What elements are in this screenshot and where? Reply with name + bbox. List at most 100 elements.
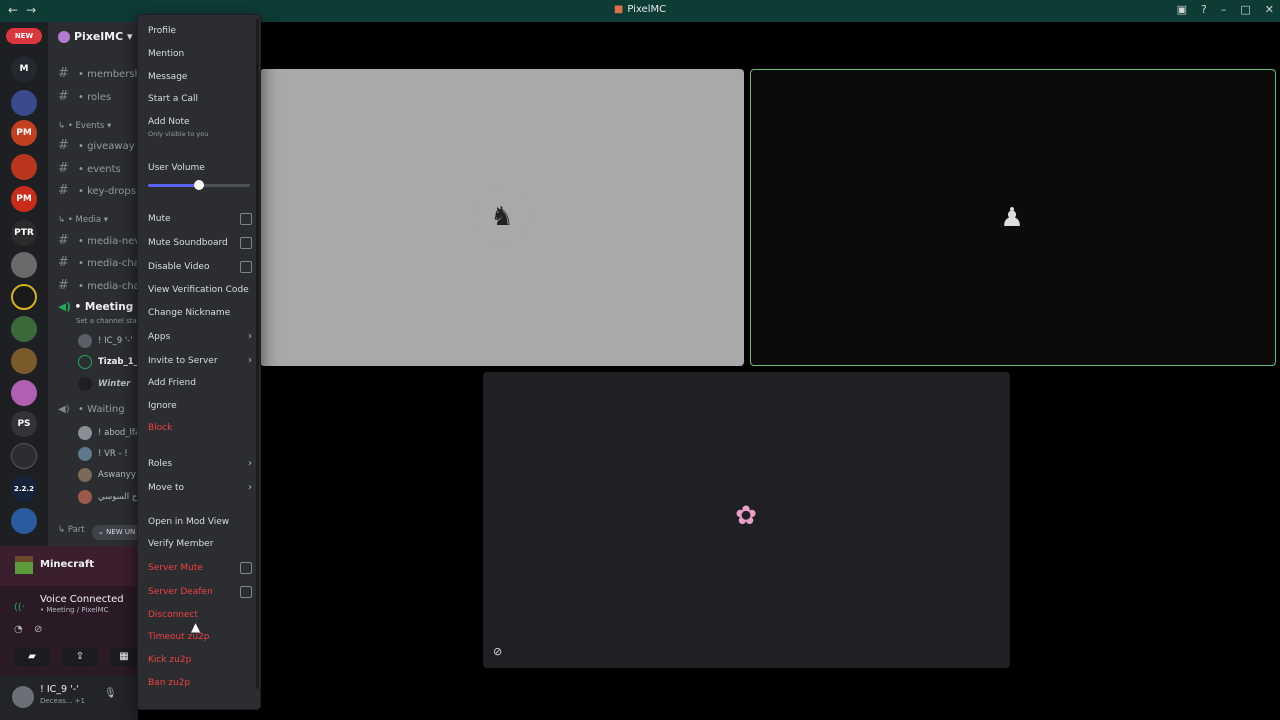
minimize-icon[interactable]: – — [1221, 3, 1227, 16]
server-icon[interactable]: M — [11, 56, 37, 82]
menu-start-call[interactable]: Start a Call — [148, 94, 252, 104]
server-icon[interactable] — [11, 316, 37, 342]
voice-channel-waiting[interactable]: ◀) • Waiting — [58, 404, 125, 415]
voice-location[interactable]: • Meeting / PixelMC — [40, 606, 109, 614]
channel-item[interactable]: # • media-cha — [58, 278, 138, 293]
channel-item[interactable]: # • media-nev — [58, 233, 138, 248]
menu-mute-soundboard[interactable]: Mute Soundboard — [148, 237, 252, 249]
signal-icon[interactable]: ((· — [14, 602, 25, 613]
menu-open-mod-view[interactable]: Open in Mod View — [148, 517, 252, 527]
voice-member[interactable]: ! VR - ! — [78, 447, 128, 461]
hashtag-icon: # — [58, 161, 69, 176]
chevron-right-icon: › — [248, 482, 252, 493]
menu-scrollbar[interactable] — [256, 19, 259, 689]
window-controls: ▣ ? – □ ✕ — [1177, 3, 1274, 16]
menu-invite-to-server[interactable]: Invite to Server › — [148, 355, 252, 366]
server-icon[interactable]: PM — [11, 120, 37, 146]
guild-name: PixelMC ▾ — [74, 30, 133, 43]
guild-icon — [58, 30, 70, 43]
activities-button[interactable]: ▦ — [110, 648, 138, 666]
activity-panel[interactable]: Minecraft — [0, 546, 138, 586]
menu-kick[interactable]: Kick zu2p — [148, 655, 252, 665]
voice-member[interactable]: ! abod_lfa — [78, 426, 138, 440]
user-volume-slider[interactable] — [148, 180, 250, 190]
menu-ban[interactable]: Ban zu2p — [148, 678, 252, 688]
volume-fill — [148, 184, 199, 187]
menu-mention[interactable]: Mention — [148, 49, 252, 59]
activity-title: Minecraft — [40, 559, 95, 570]
user-name: ! IC_9 '-' — [40, 684, 79, 695]
checkbox[interactable] — [240, 562, 252, 574]
checkbox[interactable] — [240, 237, 252, 249]
menu-verify-member[interactable]: Verify Member — [148, 539, 252, 549]
menu-ignore[interactable]: Ignore — [148, 401, 252, 411]
category-events[interactable]: ↳ • Events ▾ — [58, 121, 111, 131]
server-icon[interactable]: PTR — [11, 220, 37, 246]
camera-toggle-button[interactable]: ▰ — [14, 648, 50, 666]
participant-tile[interactable]: ✿ ⊘ — [483, 372, 1010, 668]
server-icon[interactable] — [11, 380, 37, 406]
channel-status[interactable]: Set a channel sta — [76, 317, 137, 325]
checkbox[interactable] — [240, 586, 252, 598]
category-part[interactable]: ↳ Part — [58, 525, 85, 535]
server-icon[interactable] — [11, 443, 37, 469]
menu-server-mute[interactable]: Server Mute — [148, 562, 252, 574]
avatar[interactable] — [12, 686, 34, 708]
server-icon[interactable] — [11, 154, 37, 180]
screen-share-button[interactable]: ⇪ — [62, 648, 98, 666]
server-icon[interactable] — [11, 348, 37, 374]
checkbox[interactable] — [240, 213, 252, 225]
channel-item[interactable]: # • media-cha — [58, 255, 138, 270]
menu-add-friend[interactable]: Add Friend — [148, 378, 252, 388]
new-unreads-pill[interactable]: ⌄ NEW UN — [92, 525, 138, 540]
category-media[interactable]: ↳ • Media ▾ — [58, 215, 108, 225]
menu-server-deafen[interactable]: Server Deafen — [148, 586, 252, 598]
menu-message[interactable]: Message — [148, 72, 252, 82]
help-icon[interactable]: ? — [1201, 3, 1207, 16]
menu-view-verification-code[interactable]: View Verification Code — [148, 285, 252, 295]
maximize-icon[interactable]: □ — [1240, 3, 1250, 16]
menu-change-nickname[interactable]: Change Nickname — [148, 308, 252, 318]
participant-tile[interactable]: ♞ — [260, 69, 744, 366]
noise-suppression-icon[interactable]: ◔ — [14, 624, 23, 635]
server-icon[interactable] — [11, 252, 37, 278]
channel-item[interactable]: # • giveaway — [58, 138, 135, 153]
channel-item[interactable]: # • membersh — [58, 66, 138, 81]
server-icon[interactable] — [11, 508, 37, 534]
menu-disable-video[interactable]: Disable Video — [148, 261, 252, 273]
voice-member[interactable]: فتاح السوسي — [78, 490, 138, 504]
close-icon[interactable]: ✕ — [1265, 3, 1274, 16]
server-icon[interactable]: PS — [11, 411, 37, 437]
chevron-right-icon: › — [248, 331, 252, 342]
volume-handle[interactable] — [194, 180, 204, 190]
menu-add-note[interactable]: Add Note — [148, 117, 252, 127]
server-icon[interactable]: 2.2.2 — [11, 476, 37, 502]
channel-item[interactable]: # • events — [58, 161, 121, 176]
new-badge[interactable]: NEW — [6, 28, 42, 44]
hashtag-icon: # — [58, 66, 69, 81]
menu-disconnect[interactable]: Disconnect — [148, 610, 252, 620]
server-folder-icon[interactable] — [11, 90, 37, 116]
menu-block[interactable]: Block — [148, 423, 252, 433]
voice-member[interactable]: Aswanyy — [78, 468, 136, 482]
menu-apps[interactable]: Apps › — [148, 331, 252, 342]
server-icon[interactable] — [11, 284, 37, 310]
menu-move-to[interactable]: Move to › — [148, 482, 252, 493]
channel-item[interactable]: # • roles — [58, 89, 111, 104]
participant-tile-speaking[interactable]: ♟ — [750, 69, 1276, 366]
guild-header[interactable]: PixelMC ▾ — [58, 30, 133, 43]
voice-channel-meeting[interactable]: ◀) • Meeting — [58, 301, 133, 313]
menu-profile[interactable]: Profile — [148, 26, 252, 36]
menu-mute[interactable]: Mute — [148, 213, 252, 225]
voice-member[interactable]: ! IC_9 '-' — [78, 334, 133, 348]
video-off-icon[interactable]: ⊘ — [34, 624, 42, 635]
inbox-icon[interactable]: ▣ — [1177, 3, 1187, 16]
server-icon[interactable]: PM — [11, 186, 37, 212]
channel-item[interactable]: # • key-drops — [58, 183, 136, 198]
menu-roles[interactable]: Roles › — [148, 458, 252, 469]
microphone-icon[interactable]: 🎙︎ — [104, 688, 117, 699]
voice-member[interactable]: Winter — [78, 377, 130, 391]
user-context-menu: Profile Mention Message Start a Call Add… — [137, 14, 261, 710]
checkbox[interactable] — [240, 261, 252, 273]
voice-member[interactable]: Tizab_1_ — [78, 355, 138, 369]
